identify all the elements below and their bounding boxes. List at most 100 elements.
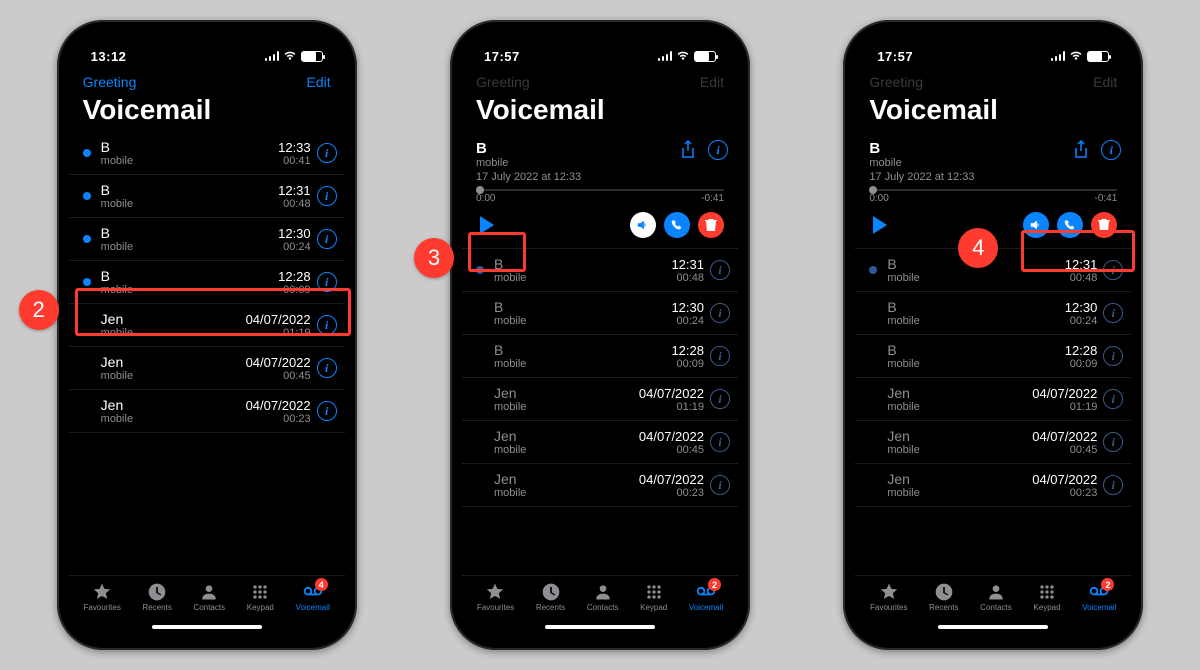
home-indicator[interactable] bbox=[462, 616, 738, 638]
tab-keypad[interactable]: Keypad bbox=[640, 582, 667, 612]
info-icon[interactable]: i bbox=[1103, 260, 1123, 280]
info-icon[interactable]: i bbox=[710, 432, 730, 452]
edit-button[interactable]: Edit bbox=[307, 74, 331, 90]
home-indicator[interactable] bbox=[855, 616, 1131, 638]
tab-label: Voicemail bbox=[296, 603, 330, 612]
voicemail-row[interactable]: Jen mobile 04/07/2022 00:45 i bbox=[855, 421, 1131, 464]
voicemail-row[interactable]: Jen mobile 04/07/2022 01:19 i bbox=[855, 378, 1131, 421]
voicemail-row[interactable]: B mobile 12:30 00:24 i bbox=[69, 218, 345, 261]
duration: 00:23 bbox=[246, 413, 311, 425]
timestamp: 04/07/2022 bbox=[639, 386, 704, 401]
badge: 2 bbox=[708, 578, 721, 591]
expanded-date: 17 July 2022 at 12:33 bbox=[869, 171, 1071, 183]
tab-label: Keypad bbox=[1033, 603, 1060, 612]
tab-recents[interactable]: Recents bbox=[143, 582, 172, 612]
duration: 00:48 bbox=[671, 272, 704, 284]
caller-sub: mobile bbox=[101, 327, 246, 339]
duration: 00:48 bbox=[278, 198, 311, 210]
tab-contacts[interactable]: Contacts bbox=[980, 582, 1012, 612]
tab-keypad[interactable]: Keypad bbox=[1033, 582, 1060, 612]
voicemail-row[interactable]: Jen mobile 04/07/2022 00:45 i bbox=[69, 347, 345, 390]
speaker-button[interactable] bbox=[1023, 212, 1049, 238]
greeting-button[interactable]: Greeting bbox=[869, 74, 923, 90]
voicemail-row[interactable]: B mobile 12:30 00:24 i bbox=[462, 292, 738, 335]
duration: 00:45 bbox=[246, 370, 311, 382]
info-icon[interactable]: i bbox=[710, 303, 730, 323]
voicemail-row[interactable]: Jen mobile 04/07/2022 00:23 i bbox=[462, 464, 738, 507]
tab-recents[interactable]: Recents bbox=[536, 582, 565, 612]
speaker-button[interactable] bbox=[630, 212, 656, 238]
play-button[interactable] bbox=[873, 216, 887, 234]
wifi-icon bbox=[1069, 49, 1083, 64]
info-icon[interactable]: i bbox=[317, 315, 337, 335]
voicemail-row[interactable]: Jen mobile 04/07/2022 00:45 i bbox=[462, 421, 738, 464]
info-icon[interactable]: i bbox=[710, 389, 730, 409]
call-button[interactable] bbox=[664, 212, 690, 238]
info-icon[interactable]: i bbox=[1103, 303, 1123, 323]
caller-sub: mobile bbox=[494, 315, 671, 327]
duration: 00:24 bbox=[278, 241, 311, 253]
scrubber[interactable]: 0:00 -0:41 bbox=[855, 187, 1131, 204]
info-icon[interactable]: i bbox=[1103, 432, 1123, 452]
caller-name: Jen bbox=[494, 428, 639, 444]
timestamp: 04/07/2022 bbox=[1032, 429, 1097, 444]
tab-contacts[interactable]: Contacts bbox=[194, 582, 226, 612]
delete-button[interactable] bbox=[1091, 212, 1117, 238]
info-icon[interactable]: i bbox=[317, 186, 337, 206]
voicemail-row[interactable]: Jen mobile 04/07/2022 01:19 i bbox=[462, 378, 738, 421]
edit-button[interactable]: Edit bbox=[700, 74, 724, 90]
voicemail-row[interactable]: B mobile 12:28 00:09 i bbox=[855, 335, 1131, 378]
tab-label: Recents bbox=[929, 603, 958, 612]
info-icon[interactable]: i bbox=[1103, 346, 1123, 366]
info-icon[interactable]: i bbox=[1103, 389, 1123, 409]
voicemail-row[interactable]: B mobile 12:33 00:41 i bbox=[69, 132, 345, 175]
tab-voicemail[interactable]: Voicemail2 bbox=[1082, 582, 1116, 612]
info-icon[interactable]: i bbox=[1101, 140, 1121, 160]
expanded-voicemail: B mobile 17 July 2022 at 12:33 i 0:00 bbox=[462, 132, 738, 249]
greeting-button[interactable]: Greeting bbox=[83, 74, 137, 90]
scrub-end: -0:41 bbox=[1095, 193, 1118, 204]
info-icon[interactable]: i bbox=[710, 346, 730, 366]
info-icon[interactable]: i bbox=[1103, 475, 1123, 495]
voicemail-row[interactable]: B mobile 12:31 00:48 i bbox=[462, 249, 738, 292]
scrubber[interactable]: 0:00 -0:41 bbox=[462, 187, 738, 204]
voicemail-row[interactable]: B mobile 12:28 00:09 i bbox=[69, 261, 345, 304]
tab-favourites[interactable]: Favourites bbox=[83, 582, 120, 612]
tab-keypad[interactable]: Keypad bbox=[247, 582, 274, 612]
voicemail-row[interactable]: Jen mobile 04/07/2022 00:23 i bbox=[855, 464, 1131, 507]
timestamp: 12:28 bbox=[1065, 343, 1098, 358]
info-icon[interactable]: i bbox=[708, 140, 728, 160]
voicemail-row[interactable]: B mobile 12:28 00:09 i bbox=[462, 335, 738, 378]
call-button[interactable] bbox=[1057, 212, 1083, 238]
duration: 00:09 bbox=[278, 284, 311, 296]
voicemail-row[interactable]: Jen mobile 04/07/2022 00:23 i bbox=[69, 390, 345, 433]
tab-voicemail[interactable]: Voicemail4 bbox=[296, 582, 330, 612]
home-indicator[interactable] bbox=[69, 616, 345, 638]
tab-favourites[interactable]: Favourites bbox=[870, 582, 907, 612]
voicemail-row[interactable]: Jen mobile 04/07/2022 01:19 i bbox=[69, 304, 345, 347]
info-icon[interactable]: i bbox=[710, 260, 730, 280]
badge: 2 bbox=[1101, 578, 1114, 591]
voicemail-row[interactable]: B mobile 12:31 00:48 i bbox=[69, 175, 345, 218]
info-icon[interactable]: i bbox=[317, 401, 337, 421]
edit-button[interactable]: Edit bbox=[1093, 74, 1117, 90]
share-icon[interactable] bbox=[678, 140, 698, 160]
tab-voicemail[interactable]: Voicemail2 bbox=[689, 582, 723, 612]
info-icon[interactable]: i bbox=[710, 475, 730, 495]
share-icon[interactable] bbox=[1071, 140, 1091, 160]
info-icon[interactable]: i bbox=[317, 229, 337, 249]
caller-name: B bbox=[887, 342, 1064, 358]
voicemail-row[interactable]: B mobile 12:30 00:24 i bbox=[855, 292, 1131, 335]
greeting-button[interactable]: Greeting bbox=[476, 74, 530, 90]
info-icon[interactable]: i bbox=[317, 358, 337, 378]
delete-button[interactable] bbox=[698, 212, 724, 238]
voicemail-list: B mobile 12:31 00:48 i B mobile 12:30 00… bbox=[855, 249, 1131, 575]
play-button[interactable] bbox=[480, 216, 494, 234]
tab-recents[interactable]: Recents bbox=[929, 582, 958, 612]
tab-contacts[interactable]: Contacts bbox=[587, 582, 619, 612]
info-icon[interactable]: i bbox=[317, 272, 337, 292]
wifi-icon bbox=[676, 49, 690, 64]
duration: 00:23 bbox=[639, 487, 704, 499]
info-icon[interactable]: i bbox=[317, 143, 337, 163]
tab-favourites[interactable]: Favourites bbox=[477, 582, 514, 612]
